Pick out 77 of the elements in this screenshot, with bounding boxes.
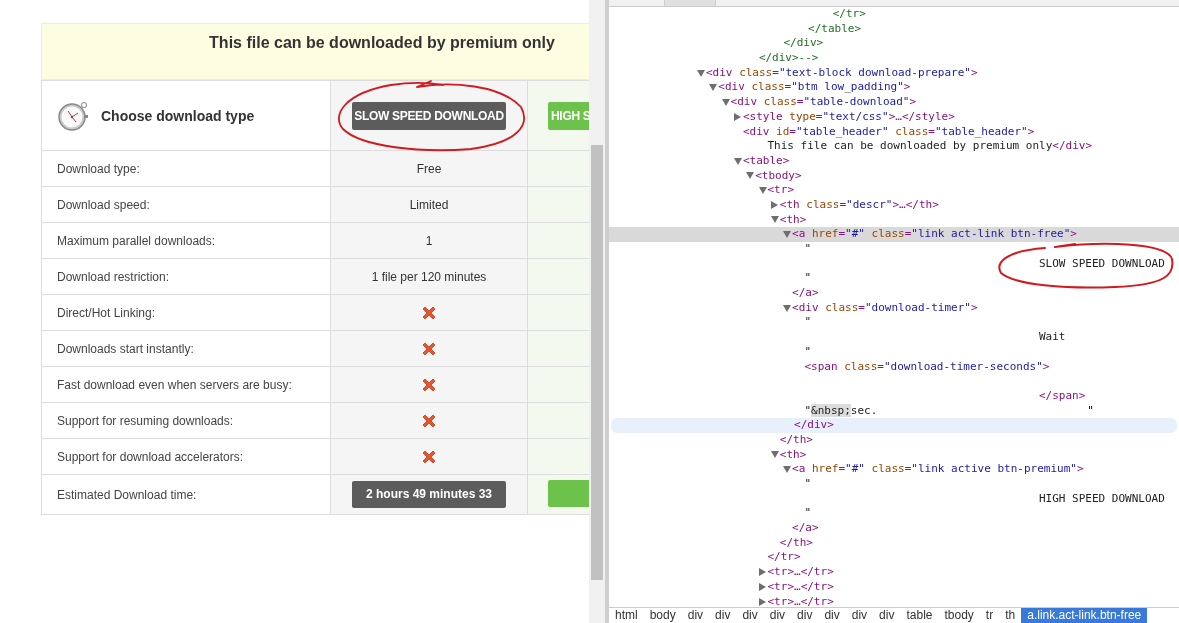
code-text: <a href="#" class="link active btn-premium"> (792, 462, 1084, 477)
table-cell: Limited (330, 186, 528, 223)
breadcrumb[interactable]: tbody (938, 608, 980, 623)
section-heading: Choose download type (101, 107, 255, 124)
table-cell: Download speed: (41, 186, 331, 223)
code-text: <th class="descr">…</th> (779, 197, 939, 213)
breadcrumb[interactable]: html (609, 608, 644, 623)
table-cell: Support for resuming downloads: (41, 402, 331, 439)
breadcrumb[interactable]: div (818, 608, 846, 623)
code-text: </a> (792, 286, 819, 301)
code-text: </table> (808, 21, 862, 37)
breadcrumb[interactable]: div (791, 608, 819, 623)
code-text: </a> (792, 521, 819, 536)
table-cell: 1 file per 120 minutes (330, 258, 528, 295)
node-text-label: "&nbsp;sec. (804, 403, 878, 419)
node-text-label: HIGH SPEED DOWNLOAD (1039, 491, 1165, 507)
table-cell: Download type: (41, 150, 331, 187)
quote-mark: " (804, 315, 811, 331)
code-text: <style type="text/css">…</style> (742, 109, 955, 125)
table-cell: Direct/Hot Linking: (41, 294, 331, 331)
scrollbar-thumb[interactable] (591, 145, 603, 580)
breadcrumb[interactable]: div (709, 608, 737, 623)
code-text: </tr> (767, 550, 801, 566)
quote-mark: " (804, 344, 811, 360)
download-button[interactable]: SLOW SPEED DOWNLOAD (352, 101, 506, 130)
node-text-label: SLOW SPEED DOWNLOAD (1039, 256, 1165, 272)
code-text: </div> (794, 418, 834, 433)
table-cell: Downloads start instantly: (41, 330, 331, 367)
breadcrumb[interactable]: div (845, 608, 874, 623)
code-text: <table> (742, 153, 790, 169)
code-text: <div class="download-timer"> (792, 300, 978, 316)
table-cell: Estimated Download time: (41, 474, 331, 515)
timer-label: 2 hours 49 minutes 33 (352, 481, 506, 508)
code-text: <div class="text-block download-prepare"> (706, 65, 978, 81)
quote-mark: " (804, 506, 811, 522)
breadcrumb[interactable]: div (736, 608, 764, 623)
breadcrumb[interactable]: body (643, 608, 682, 623)
code-text: </th> (779, 432, 813, 448)
code-text: </th> (779, 535, 813, 551)
selected-row-highlight[interactable]: <a href="#" class="link act-link btn-free"> (609, 227, 1179, 242)
code-text: <tr> (767, 183, 794, 198)
code-text: <a href="#" class="link act-link btn-free"> (792, 227, 1077, 242)
breadcrumb[interactable]: div (873, 608, 901, 623)
code-text: <tbody> (755, 168, 802, 184)
quote-mark: " (804, 271, 811, 287)
table-cell: 1 (330, 222, 528, 259)
breadcrumb[interactable]: tr (979, 608, 1000, 623)
code-text: <tr>…</tr> (767, 565, 834, 580)
breadcrumb[interactable]: a.link.act-link.btn-free (1021, 608, 1148, 623)
table-cell: Fast download even when servers are busy: (41, 366, 331, 403)
code-text: This file can be downloaded by premium only</div> (767, 139, 1093, 154)
breadcrumb[interactable]: table (900, 608, 939, 623)
code-text: <tr>…</tr> (767, 594, 834, 607)
stopwatch-icon (57, 99, 89, 132)
quote-mark: " (804, 477, 811, 492)
breadcrumb[interactable]: th (999, 608, 1022, 623)
quote-mark: " (1087, 403, 1094, 419)
code-text: </span> (1039, 388, 1086, 404)
code-text: <th> (779, 447, 807, 463)
quote-mark: " (804, 242, 811, 257)
node-text-label: Wait (1039, 330, 1066, 345)
table-cell: Maximum parallel downloads: (41, 222, 331, 259)
code-text: <div id="table_header" class="table_header"> (742, 124, 1035, 140)
code-text: </div> (783, 36, 824, 52)
banner-text: This file can be downloaded by premium only (209, 34, 555, 53)
code-text: <tr>…</tr> (767, 579, 834, 595)
code-text: <div class="table-download"> (730, 95, 917, 110)
code-text: </tr> (832, 7, 866, 22)
table-cell: Support for download accelerators: (41, 438, 331, 475)
breadcrumb[interactable]: div (763, 608, 792, 623)
table-cell: Download restriction: (41, 258, 331, 295)
code-text: <div class="btm low_padding"> (718, 80, 911, 96)
table-cell: Free (330, 150, 528, 187)
breadcrumb[interactable]: div (681, 608, 710, 623)
code-text: <span class="download-timer-seconds"> (804, 359, 1050, 375)
code-text: <th> (779, 212, 807, 228)
code-text: </div>--> (758, 51, 819, 66)
